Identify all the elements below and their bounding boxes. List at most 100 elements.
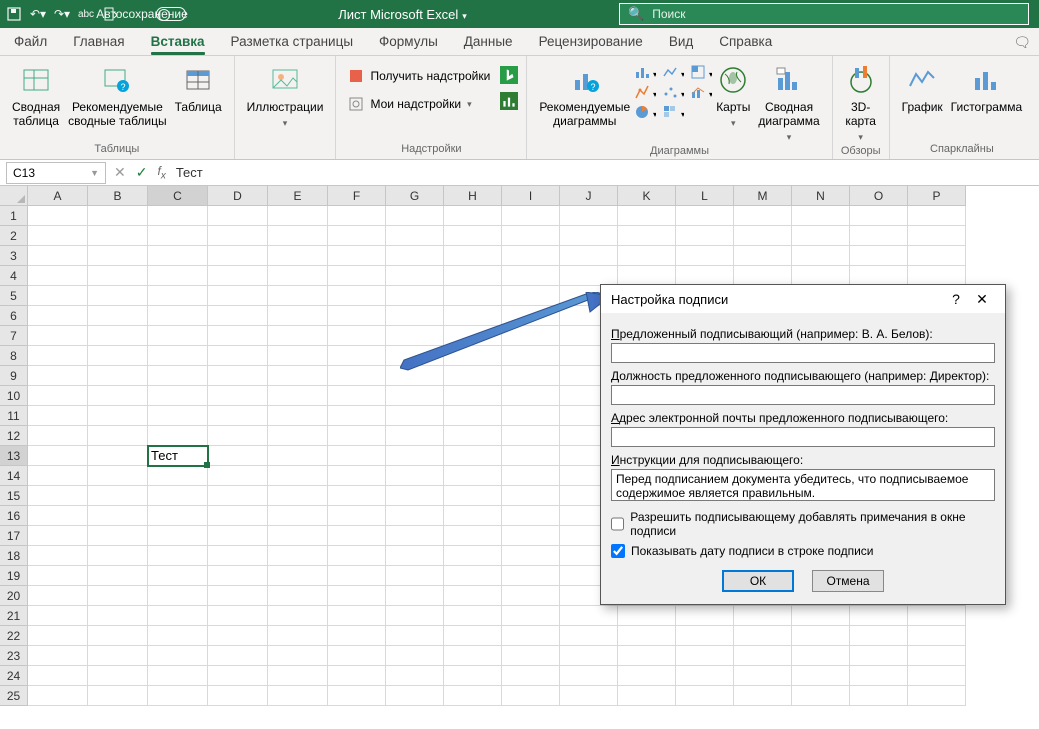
cell-G22[interactable] — [386, 626, 444, 646]
cell-O21[interactable] — [850, 606, 908, 626]
cell-G18[interactable] — [386, 546, 444, 566]
row-header-17[interactable]: 17 — [0, 526, 28, 546]
cell-A20[interactable] — [28, 586, 88, 606]
cell-D3[interactable] — [208, 246, 268, 266]
cell-C25[interactable] — [148, 686, 208, 706]
cell-B11[interactable] — [88, 406, 148, 426]
cell-J2[interactable] — [560, 226, 618, 246]
cell-F4[interactable] — [328, 266, 386, 286]
cell-H22[interactable] — [444, 626, 502, 646]
cell-K3[interactable] — [618, 246, 676, 266]
ok-button[interactable]: ОК — [722, 570, 794, 592]
cell-A11[interactable] — [28, 406, 88, 426]
cell-D12[interactable] — [208, 426, 268, 446]
cell-E5[interactable] — [268, 286, 328, 306]
cell-H15[interactable] — [444, 486, 502, 506]
column-header-J[interactable]: J — [560, 186, 618, 206]
cell-P4[interactable] — [908, 266, 966, 286]
cell-E25[interactable] — [268, 686, 328, 706]
cell-C2[interactable] — [148, 226, 208, 246]
cell-F17[interactable] — [328, 526, 386, 546]
cancel-button[interactable]: Отмена — [812, 570, 884, 592]
cell-B14[interactable] — [88, 466, 148, 486]
cell-D6[interactable] — [208, 306, 268, 326]
cell-C1[interactable] — [148, 206, 208, 226]
cell-P23[interactable] — [908, 646, 966, 666]
pie-chart-icon[interactable]: ▾ — [634, 104, 656, 120]
allow-comments-checkbox[interactable] — [611, 517, 624, 531]
cell-B17[interactable] — [88, 526, 148, 546]
cell-K23[interactable] — [618, 646, 676, 666]
cell-L3[interactable] — [676, 246, 734, 266]
cell-K1[interactable] — [618, 206, 676, 226]
cell-C24[interactable] — [148, 666, 208, 686]
cell-F6[interactable] — [328, 306, 386, 326]
cell-N21[interactable] — [792, 606, 850, 626]
cell-A14[interactable] — [28, 466, 88, 486]
cell-E11[interactable] — [268, 406, 328, 426]
cell-H25[interactable] — [444, 686, 502, 706]
cell-L21[interactable] — [676, 606, 734, 626]
cell-G15[interactable] — [386, 486, 444, 506]
cell-B12[interactable] — [88, 426, 148, 446]
cell-D8[interactable] — [208, 346, 268, 366]
cell-B16[interactable] — [88, 506, 148, 526]
cell-C23[interactable] — [148, 646, 208, 666]
cell-M21[interactable] — [734, 606, 792, 626]
cell-G14[interactable] — [386, 466, 444, 486]
cell-F16[interactable] — [328, 506, 386, 526]
cell-M4[interactable] — [734, 266, 792, 286]
cell-E10[interactable] — [268, 386, 328, 406]
cell-A21[interactable] — [28, 606, 88, 626]
cell-D18[interactable] — [208, 546, 268, 566]
cell-F20[interactable] — [328, 586, 386, 606]
cell-I1[interactable] — [502, 206, 560, 226]
cell-D20[interactable] — [208, 586, 268, 606]
document-title[interactable]: Лист Microsoft Excel▾ — [186, 7, 619, 22]
column-header-M[interactable]: M — [734, 186, 792, 206]
undo-icon[interactable]: ↶▾ — [30, 6, 46, 22]
bar-chart-icon[interactable]: ▾ — [634, 64, 656, 80]
cell-I14[interactable] — [502, 466, 560, 486]
cell-K24[interactable] — [618, 666, 676, 686]
cell-G21[interactable] — [386, 606, 444, 626]
cell-E19[interactable] — [268, 566, 328, 586]
cell-M24[interactable] — [734, 666, 792, 686]
cell-F21[interactable] — [328, 606, 386, 626]
cell-D24[interactable] — [208, 666, 268, 686]
column-header-I[interactable]: I — [502, 186, 560, 206]
cell-D22[interactable] — [208, 626, 268, 646]
cell-B4[interactable] — [88, 266, 148, 286]
cell-K21[interactable] — [618, 606, 676, 626]
column-header-H[interactable]: H — [444, 186, 502, 206]
cell-H19[interactable] — [444, 566, 502, 586]
cell-O25[interactable] — [850, 686, 908, 706]
select-all-corner[interactable] — [0, 186, 28, 206]
cell-D14[interactable] — [208, 466, 268, 486]
surface-chart-icon[interactable]: ▾ — [662, 104, 684, 120]
cell-B10[interactable] — [88, 386, 148, 406]
cell-C15[interactable] — [148, 486, 208, 506]
cell-H2[interactable] — [444, 226, 502, 246]
cell-J3[interactable] — [560, 246, 618, 266]
cell-D1[interactable] — [208, 206, 268, 226]
tab-формулы[interactable]: Формулы — [379, 28, 438, 56]
cell-B6[interactable] — [88, 306, 148, 326]
cancel-formula-icon[interactable]: ✕ — [114, 164, 126, 181]
cell-C14[interactable] — [148, 466, 208, 486]
cell-G4[interactable] — [386, 266, 444, 286]
cell-E4[interactable] — [268, 266, 328, 286]
cell-G10[interactable] — [386, 386, 444, 406]
cell-I3[interactable] — [502, 246, 560, 266]
column-header-D[interactable]: D — [208, 186, 268, 206]
cell-C4[interactable] — [148, 266, 208, 286]
cell-C16[interactable] — [148, 506, 208, 526]
cell-L2[interactable] — [676, 226, 734, 246]
cell-K22[interactable] — [618, 626, 676, 646]
row-header-2[interactable]: 2 — [0, 226, 28, 246]
cell-C17[interactable] — [148, 526, 208, 546]
cell-B24[interactable] — [88, 666, 148, 686]
row-header-1[interactable]: 1 — [0, 206, 28, 226]
cell-D13[interactable] — [208, 446, 268, 466]
cell-M2[interactable] — [734, 226, 792, 246]
